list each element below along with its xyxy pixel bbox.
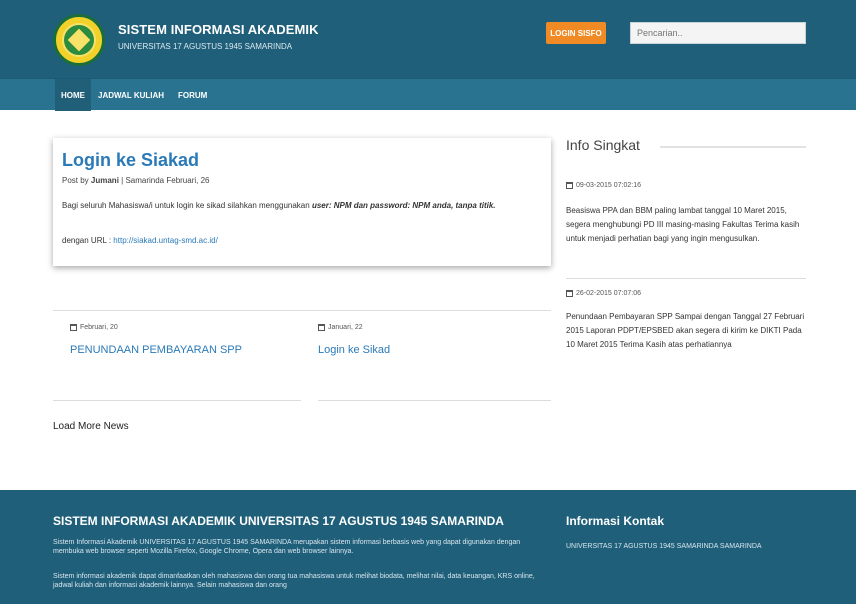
- search-input[interactable]: [630, 22, 806, 44]
- site-title[interactable]: SISTEM INFORMASI AKADEMIK: [118, 22, 319, 37]
- meta-suffix: | Samarinda Februari, 26: [118, 176, 210, 185]
- news-title-link[interactable]: PENUNDAAN PEMBAYARAN SPP: [70, 344, 242, 356]
- footer-contact-text: UNIVERSITAS 17 AGUSTUS 1945 SAMARINDA SA…: [566, 543, 762, 550]
- post-author: Jumani: [90, 176, 119, 185]
- news-divider: [53, 310, 551, 311]
- footer-paragraph: Sistem informasi akademik dapat dimanfaa…: [53, 573, 535, 589]
- sidebar-divider: [566, 278, 806, 279]
- body-text: Bagi seluruh Mahasiswa/i untuk login ke …: [62, 201, 312, 210]
- calendar-icon: [318, 324, 325, 331]
- calendar-icon: [70, 324, 77, 331]
- nav-item-jadwal-kuliah[interactable]: JADWAL KULIAH: [92, 79, 170, 111]
- featured-post-meta: Post by Jumani | Samarinda Februari, 26: [62, 176, 210, 185]
- calendar-icon: [566, 182, 573, 189]
- info-date-text: 09-03-2015 07:02:16: [576, 182, 641, 189]
- featured-post-card: Login ke Siakad Post by Jumani | Samarin…: [53, 138, 551, 266]
- news-date-text: Januari, 22: [328, 324, 363, 331]
- featured-post-title[interactable]: Login ke Siakad: [62, 150, 199, 171]
- main-nav: HOME JADWAL KULIAH FORUM: [0, 78, 856, 111]
- featured-post-body: Bagi seluruh Mahasiswa/i untuk login ke …: [62, 200, 542, 211]
- featured-post-url-line: dengan URL : http://siakad.untag-smd.ac.…: [62, 236, 218, 245]
- sidebar-heading: Info Singkat: [566, 137, 646, 153]
- footer-contact-title: Informasi Kontak: [566, 514, 665, 528]
- site-footer: SISTEM INFORMASI AKADEMIK UNIVERSITAS 17…: [0, 490, 856, 604]
- news-divider: [318, 400, 551, 401]
- nav-item-forum[interactable]: FORUM: [172, 79, 213, 111]
- load-more-news-link[interactable]: Load More News: [53, 421, 129, 432]
- info-date: 26-02-2015 07:07:06: [566, 290, 641, 297]
- footer-title: SISTEM INFORMASI AKADEMIK UNIVERSITAS 17…: [53, 514, 504, 528]
- login-sisfo-button[interactable]: LOGIN SISFO: [546, 22, 606, 44]
- body-emphasis: user: NPM dan password: NPM anda, tanpa …: [311, 201, 496, 210]
- site-header: SISTEM INFORMASI AKADEMIK UNIVERSITAS 17…: [0, 0, 856, 78]
- info-date: 09-03-2015 07:02:16: [566, 182, 641, 189]
- news-date: Januari, 22: [318, 324, 363, 331]
- nav-item-home[interactable]: HOME: [55, 79, 91, 111]
- news-date-text: Februari, 20: [80, 324, 118, 331]
- news-divider: [53, 400, 301, 401]
- news-title-link[interactable]: Login ke Sikad: [318, 344, 390, 356]
- url-label: dengan URL :: [62, 236, 114, 245]
- info-text: Penundaan Pembayaran SPP Sampai dengan T…: [566, 312, 805, 349]
- site-subtitle: UNIVERSITAS 17 AGUSTUS 1945 SAMARINDA: [118, 42, 293, 51]
- news-date: Februari, 20: [70, 324, 118, 331]
- university-seal-icon[interactable]: [53, 14, 105, 66]
- footer-paragraph: Sistem Informasi Akademik UNIVERSITAS 17…: [53, 539, 521, 555]
- siakad-link[interactable]: http://siakad.untag-smd.ac.id/: [113, 236, 218, 245]
- info-text: Beasiswa PPA dan BBM paling lambat tangg…: [566, 206, 800, 243]
- calendar-icon: [566, 290, 573, 297]
- meta-prefix: Post by: [62, 176, 91, 185]
- info-date-text: 26-02-2015 07:07:06: [576, 290, 641, 297]
- sidebar-heading-rule: [660, 146, 806, 148]
